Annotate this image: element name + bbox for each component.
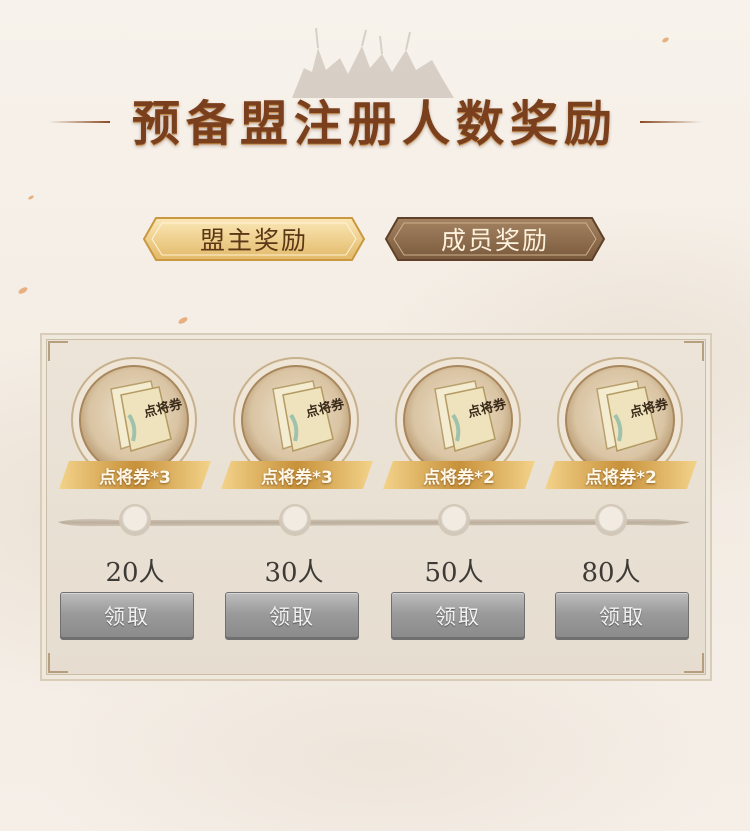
milestone-count: 50人: [424, 558, 484, 588]
reward-label: 点将券*3: [99, 467, 171, 488]
page-title: 预备盟注册人数奖励: [131, 96, 618, 152]
progress-node: [121, 506, 149, 534]
progress-node: [440, 506, 468, 534]
claim-button[interactable]: 领取: [391, 592, 525, 640]
reward-ribbon: 点将券*3: [221, 461, 373, 489]
reward-ribbon: 点将券*2: [545, 461, 697, 489]
claim-button[interactable]: 领取: [225, 592, 359, 640]
title-banner: 预备盟注册人数奖励: [0, 76, 750, 156]
tab-member-label: 成员奖励: [440, 226, 549, 255]
tab-leader-reward[interactable]: 盟主奖励: [142, 216, 366, 262]
reward-label: 点将券*2: [585, 467, 657, 488]
milestone-count: 20人: [105, 558, 165, 588]
reward-ribbon: 点将券*2: [383, 461, 535, 489]
reward-label: 点将券*3: [261, 467, 333, 488]
progress-node: [597, 506, 625, 534]
panel-corner: [684, 653, 704, 673]
tab-member-reward[interactable]: 成员奖励: [384, 216, 606, 262]
reward-card[interactable]: 点将券 点将券*2: [545, 357, 697, 489]
reward-card[interactable]: 点将券 点将券*2: [383, 357, 535, 489]
progress-track: [58, 518, 690, 527]
tab-leader-label: 盟主奖励: [199, 226, 308, 255]
title-divider-right: [640, 121, 702, 123]
progress-node: [281, 506, 309, 534]
panel-corner: [48, 653, 68, 673]
milestone-count: 30人: [264, 558, 324, 588]
reward-ribbon: 点将券*3: [59, 461, 211, 489]
claim-button[interactable]: 领取: [555, 592, 689, 640]
claim-button[interactable]: 领取: [60, 592, 194, 640]
reward-label: 点将券*2: [423, 467, 495, 488]
milestone-count: 80人: [581, 558, 641, 588]
reward-card[interactable]: 点将券 点将券*3: [221, 357, 373, 489]
reward-card[interactable]: 点将券 点将券*3: [59, 357, 211, 489]
